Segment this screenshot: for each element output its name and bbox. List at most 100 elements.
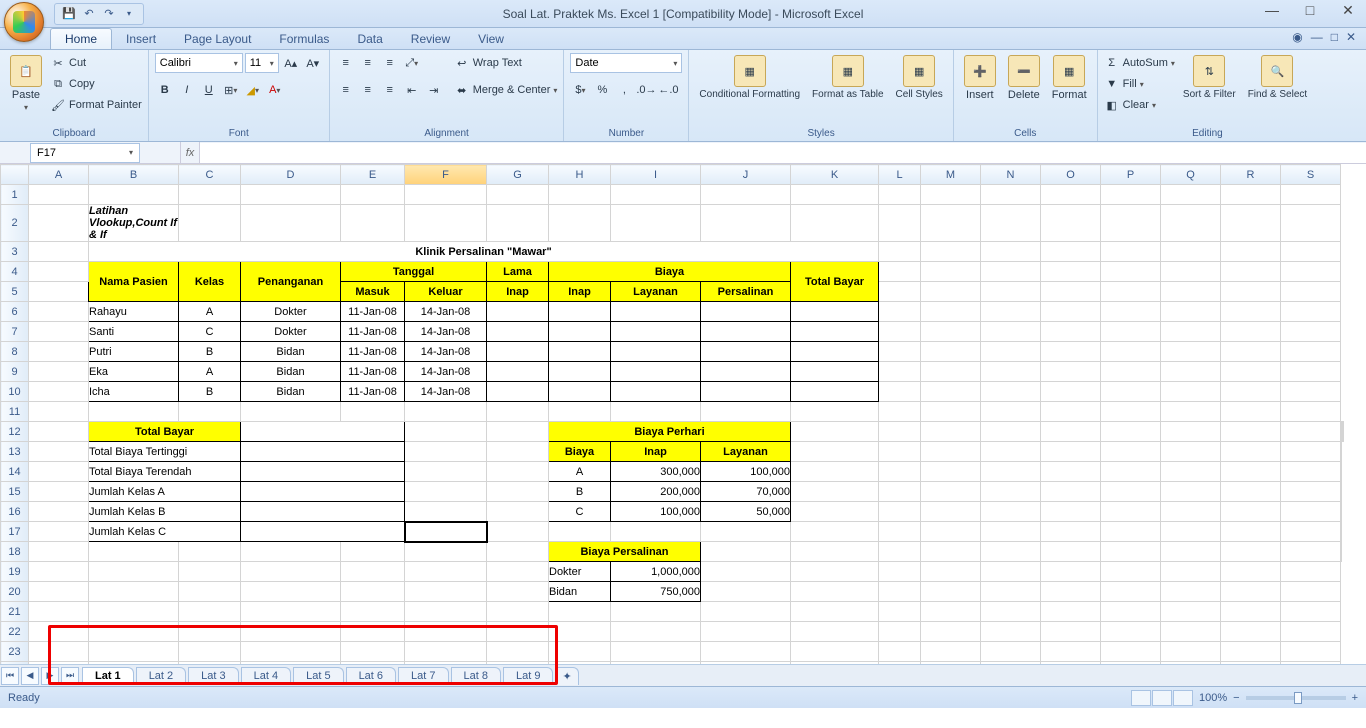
cell[interactable] — [549, 602, 611, 622]
zoom-slider[interactable] — [1246, 696, 1346, 700]
col-header[interactable]: O — [1041, 165, 1101, 185]
sort-filter-button[interactable]: ⇅Sort & Filter — [1179, 53, 1240, 102]
cell[interactable] — [1041, 642, 1101, 662]
autosum-button[interactable]: ΣAutoSum▾ — [1104, 53, 1175, 73]
paste-button[interactable]: 📋Paste▾ — [6, 53, 46, 114]
cell[interactable] — [791, 402, 879, 422]
save-icon[interactable]: 💾 — [61, 6, 77, 22]
ribbon-minimize-icon[interactable]: — — [1311, 30, 1323, 44]
cell[interactable] — [879, 205, 921, 242]
underline-button[interactable]: U — [199, 80, 219, 100]
format-as-table-button[interactable]: ▦Format as Table — [808, 53, 888, 102]
cell[interactable] — [1221, 402, 1281, 422]
tab-home[interactable]: Home — [50, 28, 112, 49]
cell[interactable] — [921, 242, 981, 262]
sheet-tab[interactable]: Lat 8 — [451, 667, 501, 684]
cell[interactable] — [791, 642, 879, 662]
row-header[interactable]: 10 — [1, 382, 29, 402]
cell[interactable] — [29, 262, 89, 282]
cell[interactable] — [405, 402, 487, 422]
cell[interactable] — [341, 205, 405, 242]
align-right-button[interactable]: ≡ — [380, 80, 400, 100]
cell[interactable] — [1041, 402, 1101, 422]
close-icon[interactable]: ✕ — [1336, 2, 1360, 19]
cell[interactable] — [879, 602, 921, 622]
col-header[interactable]: R — [1221, 165, 1281, 185]
col-header[interactable]: S — [1281, 165, 1341, 185]
cut-button[interactable]: ✂Cut — [50, 53, 142, 73]
col-header[interactable]: M — [921, 165, 981, 185]
cell[interactable] — [341, 642, 405, 662]
row-header[interactable]: 8 — [1, 342, 29, 362]
cell[interactable] — [981, 642, 1041, 662]
sheet-tab[interactable]: Lat 3 — [188, 667, 238, 684]
copy-button[interactable]: ⧉Copy — [50, 74, 142, 94]
cell[interactable] — [921, 602, 981, 622]
row-header[interactable]: 14 — [1, 462, 29, 482]
cell[interactable] — [405, 642, 487, 662]
new-sheet-button[interactable]: ✦ — [555, 667, 578, 685]
tab-formulas[interactable]: Formulas — [265, 29, 343, 49]
cell[interactable] — [405, 622, 487, 642]
cell[interactable] — [487, 402, 549, 422]
row-header[interactable]: 16 — [1, 502, 29, 522]
comma-button[interactable]: , — [614, 80, 634, 100]
cell[interactable] — [1041, 185, 1101, 205]
border-button[interactable]: ⊞▾ — [221, 80, 241, 100]
cell[interactable] — [29, 602, 89, 622]
cell[interactable] — [701, 205, 791, 242]
col-header[interactable]: I — [611, 165, 701, 185]
cell[interactable] — [1161, 205, 1221, 242]
cell[interactable] — [1221, 242, 1281, 262]
accounting-button[interactable]: $▾ — [570, 80, 590, 100]
increase-indent-button[interactable]: ⇥ — [424, 80, 444, 100]
cell[interactable] — [611, 185, 701, 205]
row-header[interactable]: 20 — [1, 582, 29, 602]
cell[interactable] — [879, 402, 921, 422]
view-normal-button[interactable] — [1131, 690, 1151, 706]
col-header[interactable]: B — [89, 165, 179, 185]
tab-nav-first[interactable]: ⏮ — [1, 667, 19, 685]
tab-view[interactable]: View — [464, 29, 518, 49]
row-header[interactable]: 23 — [1, 642, 29, 662]
zoom-out-button[interactable]: − — [1233, 692, 1239, 704]
fill-color-button[interactable]: ◢▾ — [243, 80, 263, 100]
cell[interactable] — [981, 185, 1041, 205]
cell[interactable] — [1221, 205, 1281, 242]
cell[interactable] — [1161, 622, 1221, 642]
cell[interactable] — [921, 185, 981, 205]
italic-button[interactable]: I — [177, 80, 197, 100]
cell[interactable] — [487, 185, 549, 205]
zoom-level[interactable]: 100% — [1199, 692, 1227, 704]
tab-nav-next[interactable]: ▶ — [41, 667, 59, 685]
row-header[interactable]: 18 — [1, 542, 29, 562]
sheet-tab[interactable]: Lat 6 — [346, 667, 396, 684]
cell[interactable] — [29, 205, 89, 242]
sheet-tab[interactable]: Lat 1 — [82, 667, 134, 684]
cell[interactable] — [179, 402, 241, 422]
row-header[interactable]: 12 — [1, 422, 29, 442]
sheet-tab[interactable]: Lat 4 — [241, 667, 291, 684]
sheet-tab[interactable]: Lat 9 — [503, 667, 553, 684]
cell[interactable] — [549, 642, 611, 662]
cell[interactable] — [241, 402, 341, 422]
view-layout-button[interactable] — [1152, 690, 1172, 706]
zoom-in-button[interactable]: + — [1352, 692, 1358, 704]
cell[interactable] — [1101, 242, 1161, 262]
cell[interactable] — [879, 242, 921, 262]
font-size-select[interactable]: 11▾ — [245, 53, 279, 73]
cell[interactable] — [1101, 185, 1161, 205]
cell[interactable]: Latihan Vlookup,Count If & If — [89, 205, 179, 242]
cell[interactable] — [89, 185, 179, 205]
cell[interactable] — [1221, 602, 1281, 622]
cell[interactable] — [29, 402, 89, 422]
col-header[interactable]: A — [29, 165, 89, 185]
cell[interactable] — [1281, 402, 1341, 422]
cell[interactable] — [179, 185, 241, 205]
conditional-formatting-button[interactable]: ▦Conditional Formatting — [695, 53, 804, 102]
cell[interactable] — [341, 185, 405, 205]
cell[interactable] — [487, 642, 549, 662]
cell[interactable] — [1221, 185, 1281, 205]
format-painter-button[interactable]: 🖌Format Painter — [50, 95, 142, 115]
number-format-select[interactable]: Date▾ — [570, 53, 682, 73]
